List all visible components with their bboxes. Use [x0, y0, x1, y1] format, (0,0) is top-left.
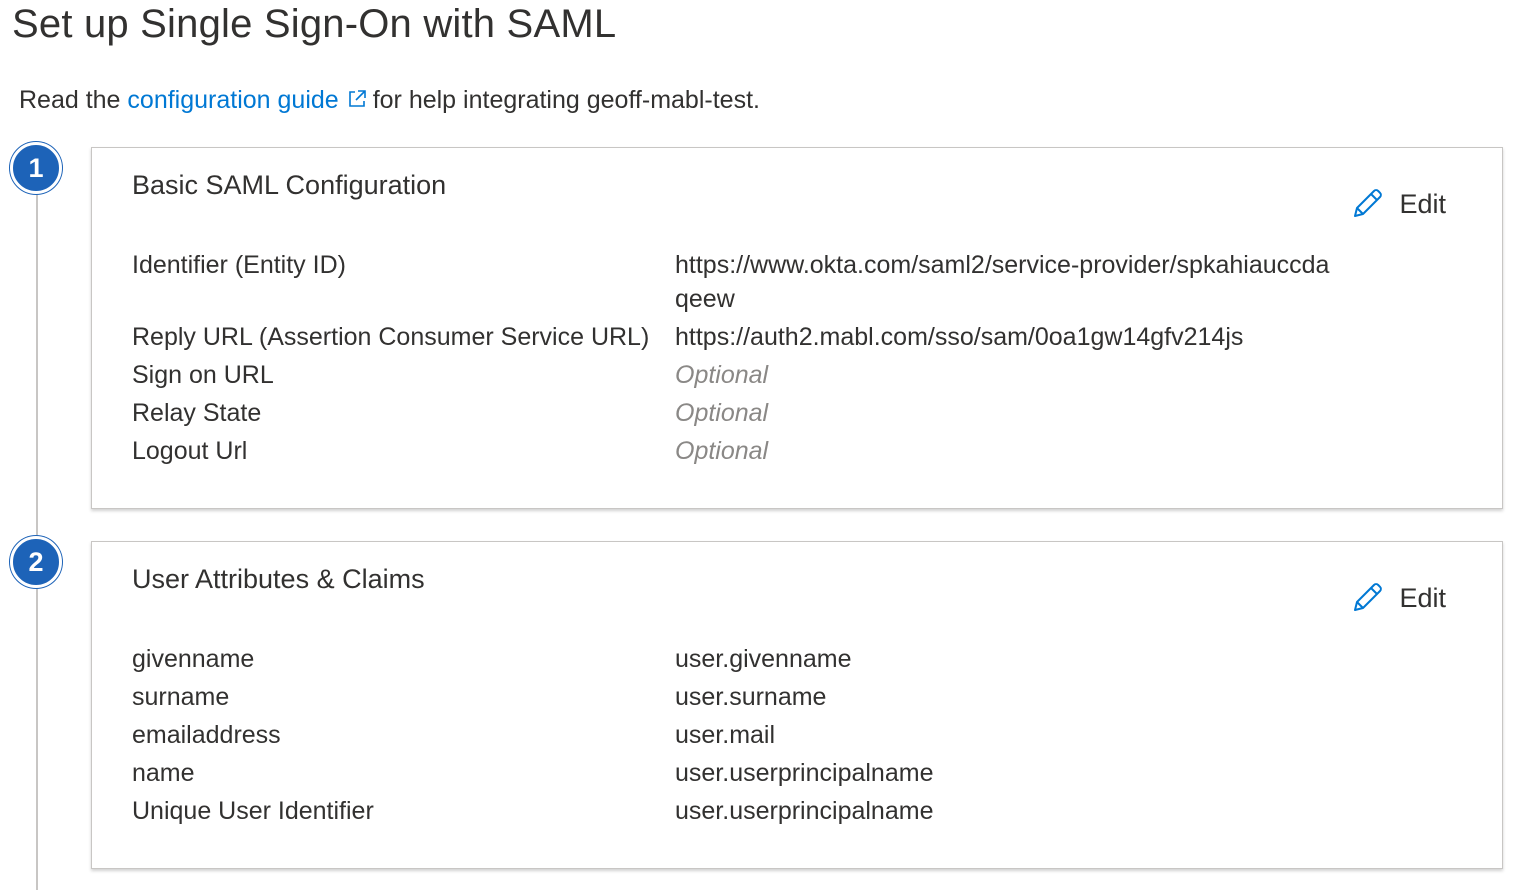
row-key: Reply URL (Assertion Consumer Service UR…	[132, 323, 650, 351]
row-value: https://www.okta.com/saml2/service-provi…	[675, 251, 1330, 313]
row-key: Relay State	[132, 399, 262, 427]
config-row-logout-url: Logout Url Optional	[132, 434, 1392, 468]
edit-label: Edit	[1399, 188, 1446, 219]
page-title: Set up Single Sign-On with SAML	[12, 2, 617, 46]
external-link-icon[interactable]	[347, 87, 367, 107]
claim-row: surname user.surname	[132, 680, 1392, 714]
row-value: user.userprincipalname	[675, 759, 934, 787]
config-rows: Identifier (Entity ID) https://www.okta.…	[132, 248, 1392, 472]
card-title: Basic SAML Configuration	[132, 170, 447, 200]
row-key: name	[132, 759, 195, 787]
basic-saml-configuration-card: Basic SAML Configuration Edit Identifier…	[91, 147, 1503, 509]
row-key: Logout Url	[132, 437, 248, 465]
row-key: Unique User Identifier	[132, 797, 374, 825]
config-row-sign-on-url: Sign on URL Optional	[132, 358, 1392, 392]
row-value: user.mail	[675, 721, 776, 749]
row-value-optional: Optional	[675, 399, 769, 427]
edit-basic-saml-button[interactable]: Edit	[1349, 186, 1446, 222]
row-key: emailaddress	[132, 721, 281, 749]
row-value-optional: Optional	[675, 361, 769, 389]
pencil-icon	[1354, 189, 1383, 217]
row-key: Identifier (Entity ID)	[132, 251, 346, 279]
edit-user-attributes-button[interactable]: Edit	[1349, 580, 1446, 616]
page: Set up Single Sign-On with SAML Read the…	[0, 0, 1534, 890]
intro-prefix: Read the	[19, 86, 121, 114]
intro-suffix: for help integrating geoff-mabl-test.	[372, 86, 760, 114]
row-value: https://auth2.mabl.com/sso/sam/0oa1gw14g…	[675, 323, 1244, 351]
user-attributes-claims-card: User Attributes & Claims Edit givenname …	[91, 541, 1503, 869]
step-badge-1: 1	[10, 142, 62, 194]
config-row-relay-state: Relay State Optional	[132, 396, 1392, 430]
configuration-guide-link[interactable]: configuration guide	[127, 86, 338, 114]
claim-row: givenname user.givenname	[132, 642, 1392, 676]
config-row-reply-url: Reply URL (Assertion Consumer Service UR…	[132, 320, 1392, 354]
timeline-line	[36, 180, 38, 890]
row-key: Sign on URL	[132, 361, 274, 389]
row-key: surname	[132, 683, 230, 711]
row-value: user.userprincipalname	[675, 797, 934, 825]
intro-text: Read the configuration guide for help int…	[19, 86, 760, 115]
claim-row: emailaddress user.mail	[132, 718, 1392, 752]
config-row-identifier: Identifier (Entity ID) https://www.okta.…	[132, 248, 1392, 316]
pencil-icon	[1354, 583, 1383, 611]
row-key: givenname	[132, 645, 255, 673]
row-value: user.givenname	[675, 645, 852, 673]
step-badge-2: 2	[10, 536, 62, 588]
claims-rows: givenname user.givenname surname user.su…	[132, 642, 1392, 832]
claim-row: Unique User Identifier user.userprincipa…	[132, 794, 1392, 828]
claim-row: name user.userprincipalname	[132, 756, 1392, 790]
row-value: user.surname	[675, 683, 827, 711]
row-value-optional: Optional	[675, 437, 769, 465]
edit-label: Edit	[1399, 582, 1446, 613]
card-title: User Attributes & Claims	[132, 564, 425, 594]
